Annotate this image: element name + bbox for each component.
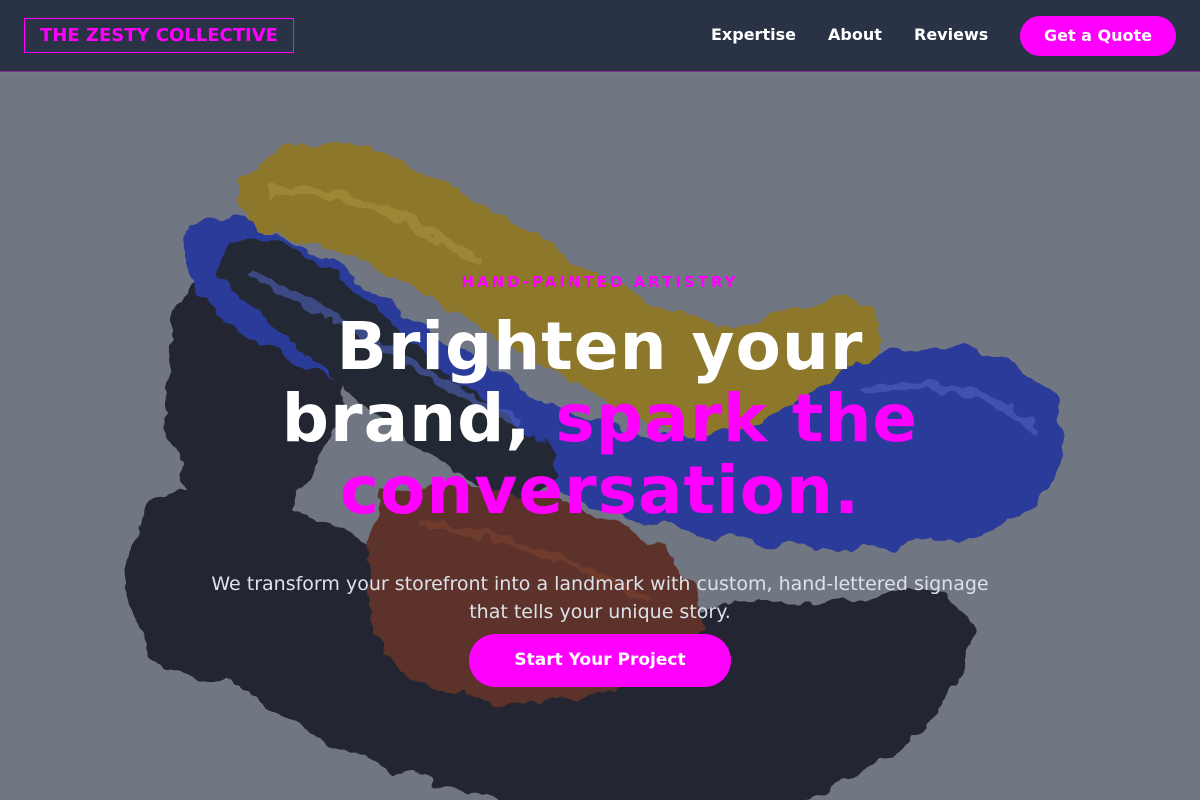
- nav-link-reviews[interactable]: Reviews: [914, 24, 988, 46]
- top-navbar: THE ZESTY COLLECTIVE Expertise About Rev…: [0, 0, 1200, 72]
- hero-eyebrow: HAND-PAINTED ARTISTRY: [461, 273, 739, 291]
- headline-line-2-accent: spark the: [555, 380, 919, 457]
- landing-page: THE ZESTY COLLECTIVE Expertise About Rev…: [0, 0, 1200, 800]
- headline-line-2: brand, spark the: [150, 383, 1050, 455]
- subtitle-line-2: that tells your unique story.: [469, 601, 731, 623]
- get-quote-button[interactable]: Get a Quote: [1020, 16, 1176, 56]
- brand-logo[interactable]: THE ZESTY COLLECTIVE: [24, 18, 294, 53]
- headline-line-3: conversation.: [339, 452, 861, 529]
- hero-section: HAND-PAINTED ARTISTRY Brighten your bran…: [0, 73, 1200, 800]
- hero-subtitle: We transform your storefront into a land…: [180, 570, 1020, 626]
- hero-headline: Brighten your brand, spark the conversat…: [150, 311, 1050, 527]
- subtitle-line-1: We transform your storefront into a land…: [211, 573, 989, 595]
- headline-line-2-white: brand,: [281, 380, 556, 457]
- nav-link-expertise[interactable]: Expertise: [711, 24, 796, 46]
- start-project-button[interactable]: Start Your Project: [469, 634, 731, 687]
- headline-line-1: Brighten your: [336, 308, 864, 385]
- nav-link-about[interactable]: About: [828, 24, 882, 46]
